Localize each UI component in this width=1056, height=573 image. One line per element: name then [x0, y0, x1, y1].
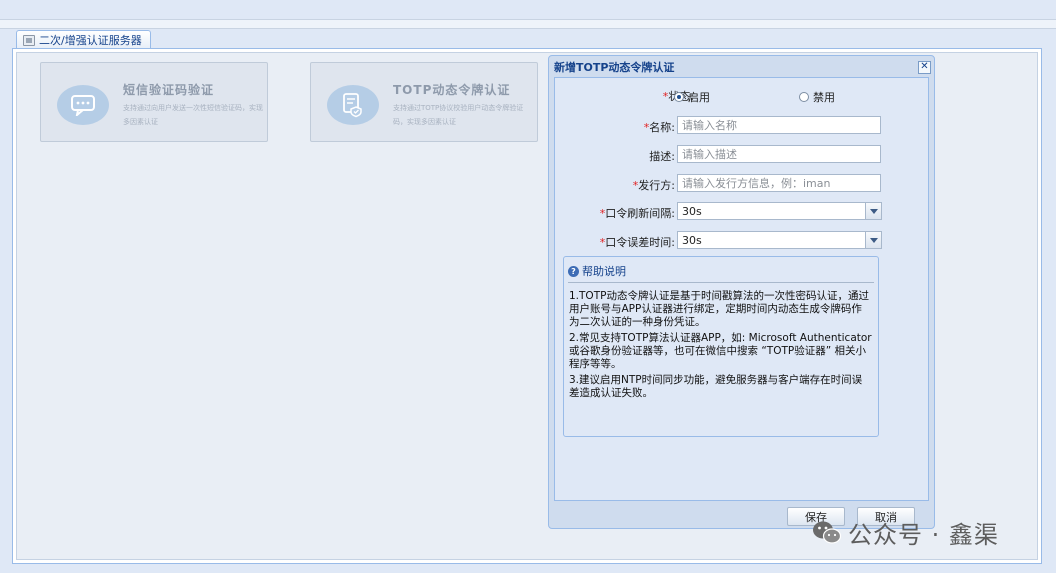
refresh-interval-label: *口令刷新间隔: [599, 207, 675, 220]
issuer-input[interactable] [677, 174, 881, 192]
card-title: 短信验证码验证 [123, 83, 215, 97]
help-item: 3.建议启用NTP时间同步功能，避免服务器与客户端存在时间误差造成认证失败。 [569, 374, 863, 399]
totp-dialog: 新增TOTP动态令牌认证 ✕ *状态: 启用 禁用 *名称: 描述: *发行方: [548, 55, 935, 529]
radio-enabled-label: 启用 [688, 91, 710, 104]
top-toolbar-strip [0, 0, 1056, 20]
help-divider [568, 282, 874, 283]
name-input[interactable] [677, 116, 881, 134]
description-input[interactable] [677, 145, 881, 163]
dialog-title: 新增TOTP动态令牌认证 [554, 61, 675, 74]
chevron-down-icon[interactable] [865, 203, 881, 219]
description-label: 描述: [649, 150, 675, 163]
dialog-form: *状态: 启用 禁用 *名称: 描述: *发行方: *口令刷新间隔: 30s [554, 77, 929, 501]
help-box: ? 帮助说明 1.TOTP动态令牌认证是基于时间戳算法的一次性密码认证，通过用户… [563, 256, 879, 437]
wechat-icon [813, 521, 842, 544]
status-enabled-option[interactable]: 启用 [674, 89, 710, 105]
tab-label: 二次/增强认证服务器 [39, 34, 142, 47]
card-desc: 支持通过TOTP协议校验用户动态令牌验证码，实现多因素认证 [393, 104, 524, 126]
issuer-label: *发行方: [632, 179, 675, 192]
radio-enabled[interactable] [674, 92, 684, 102]
chat-icon [57, 85, 109, 125]
help-title: 帮助说明 [582, 265, 626, 278]
help-header[interactable]: ? 帮助说明 [568, 263, 626, 279]
name-label: *名称: [643, 121, 675, 134]
refresh-interval-value: 30s [682, 204, 702, 218]
token-icon [327, 85, 379, 125]
help-item: 1.TOTP动态令牌认证是基于时间戳算法的一次性密码认证，通过用户账号与APP认… [569, 290, 869, 328]
tolerance-label: *口令误差时间: [599, 236, 675, 249]
tolerance-select[interactable]: 30s [677, 231, 882, 249]
help-icon: ? [568, 265, 579, 277]
close-icon[interactable]: ✕ [918, 60, 931, 74]
status-disabled-option[interactable]: 禁用 [799, 89, 835, 105]
radio-disabled[interactable] [799, 92, 809, 102]
card-sms-auth[interactable]: 短信验证码验证 支持通过向用户发送一次性短信验证码，实现多因素认证 [40, 62, 268, 142]
help-item: 2.常见支持TOTP算法认证器APP，如: Microsoft Authenti… [569, 332, 872, 370]
tab-auth-servers[interactable]: 二次/增强认证服务器 [16, 30, 151, 49]
top-divider [0, 20, 1056, 29]
server-icon [23, 34, 35, 46]
watermark-text: 公众号 · 鑫渠 [848, 521, 999, 549]
watermark: 公众号 · 鑫渠 [812, 515, 999, 550]
chevron-down-icon[interactable] [865, 232, 881, 248]
refresh-interval-select[interactable]: 30s [677, 202, 882, 220]
radio-disabled-label: 禁用 [813, 91, 835, 104]
card-desc: 支持通过向用户发送一次性短信验证码，实现多因素认证 [123, 104, 263, 126]
dialog-header[interactable]: 新增TOTP动态令牌认证 ✕ [552, 58, 931, 76]
help-text: 1.TOTP动态令牌认证是基于时间戳算法的一次性密码认证，通过用户账号与APP认… [569, 290, 872, 403]
tolerance-value: 30s [682, 233, 702, 247]
card-title: TOTP动态令牌认证 [393, 83, 511, 97]
card-totp-auth[interactable]: TOTP动态令牌认证 支持通过TOTP协议校验用户动态令牌验证码，实现多因素认证 [310, 62, 538, 142]
